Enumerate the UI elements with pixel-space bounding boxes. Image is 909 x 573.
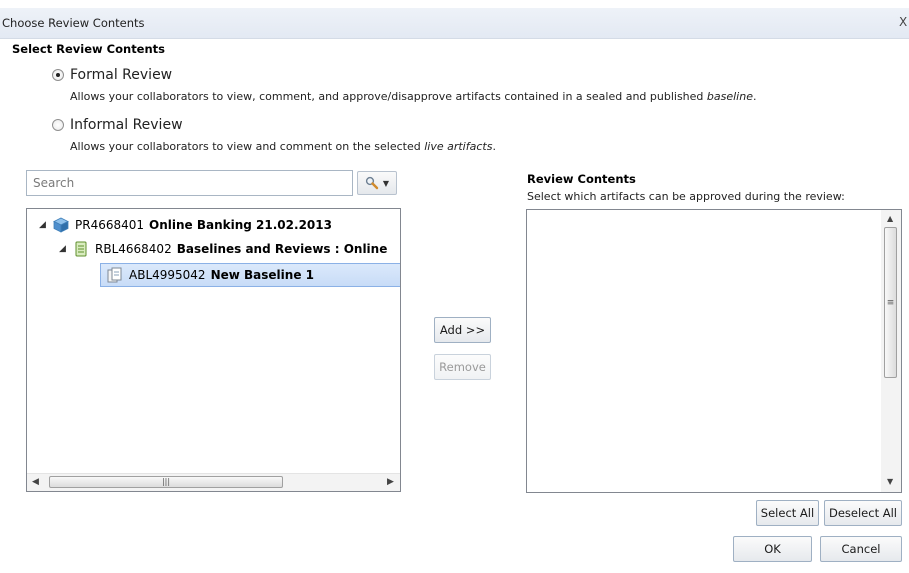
tree-node-project[interactable]: ◢ PR4668401 Online Banking 21.02.2013	[39, 213, 332, 237]
formal-review-description: Allows your collaborators to view, comme…	[70, 90, 757, 103]
informal-review-description: Allows your collaborators to view and co…	[70, 140, 496, 153]
close-button[interactable]: X	[899, 15, 907, 29]
dialog-title: Choose Review Contents	[2, 16, 145, 30]
search-icon	[365, 176, 379, 190]
scrollbar-thumb[interactable]: ≡	[884, 227, 897, 378]
deselect-all-button[interactable]: Deselect All	[824, 500, 902, 526]
tree-node-name: Online Banking 21.02.2013	[149, 218, 332, 232]
project-cube-icon	[53, 217, 69, 233]
collapse-arrow-icon[interactable]: ◢	[39, 220, 53, 230]
informal-review-label: Informal Review	[70, 117, 183, 133]
informal-review-option[interactable]: Informal Review	[52, 117, 183, 133]
review-contents-list[interactable]: ▲ ≡ ▼	[526, 209, 902, 493]
search-options-button[interactable]: ▼	[357, 171, 397, 195]
dialog-title-bar: Choose Review Contents X	[0, 8, 909, 39]
scrollbar-thumb[interactable]: |||	[49, 476, 283, 488]
tree-node-name: Baselines and Reviews : Online	[176, 242, 388, 256]
formal-review-radio[interactable]	[52, 69, 64, 81]
ok-button[interactable]: OK	[733, 536, 812, 562]
scroll-down-arrow-icon[interactable]: ▼	[887, 477, 893, 486]
select-all-button[interactable]: Select All	[756, 500, 819, 526]
tree-node-id: ABL4995042	[129, 268, 206, 282]
scroll-left-arrow-icon[interactable]: ◀	[32, 477, 39, 487]
formal-review-option[interactable]: Formal Review	[52, 67, 172, 83]
informal-review-radio[interactable]	[52, 119, 64, 131]
artifact-tree[interactable]: ◢ PR4668401 Online Banking 21.02.2013 ◢ …	[26, 208, 401, 492]
remove-button[interactable]: Remove	[434, 354, 491, 380]
scroll-right-arrow-icon[interactable]: ▶	[387, 477, 394, 487]
tree-node-id: RBL4668402	[95, 242, 172, 256]
collapse-arrow-icon[interactable]: ◢	[59, 244, 73, 254]
review-contents-description: Select which artifacts can be approved d…	[527, 190, 845, 203]
formal-review-label: Formal Review	[70, 67, 173, 83]
tree-horizontal-scrollbar[interactable]: ◀ ||| ▶	[27, 473, 400, 491]
add-button[interactable]: Add >>	[434, 317, 491, 343]
tree-node-baselines[interactable]: ◢ RBL4668402 Baselines and Reviews : Onl…	[59, 237, 387, 261]
section-title: Select Review Contents	[12, 42, 166, 56]
tree-node-baseline-selected[interactable]: ABL4995042 New Baseline 1	[100, 263, 400, 287]
cancel-button[interactable]: Cancel	[820, 536, 902, 562]
tree-node-id: PR4668401	[75, 218, 145, 232]
dropdown-arrow-icon: ▼	[382, 178, 390, 188]
baseline-doc-icon	[107, 267, 122, 283]
baseline-folder-icon	[75, 241, 87, 257]
scroll-up-arrow-icon[interactable]: ▲	[887, 214, 893, 223]
search-input[interactable]	[26, 170, 353, 196]
review-contents-vertical-scrollbar[interactable]: ▲ ≡ ▼	[881, 210, 901, 492]
review-contents-title: Review Contents	[527, 172, 636, 186]
tree-node-name: New Baseline 1	[210, 268, 314, 282]
